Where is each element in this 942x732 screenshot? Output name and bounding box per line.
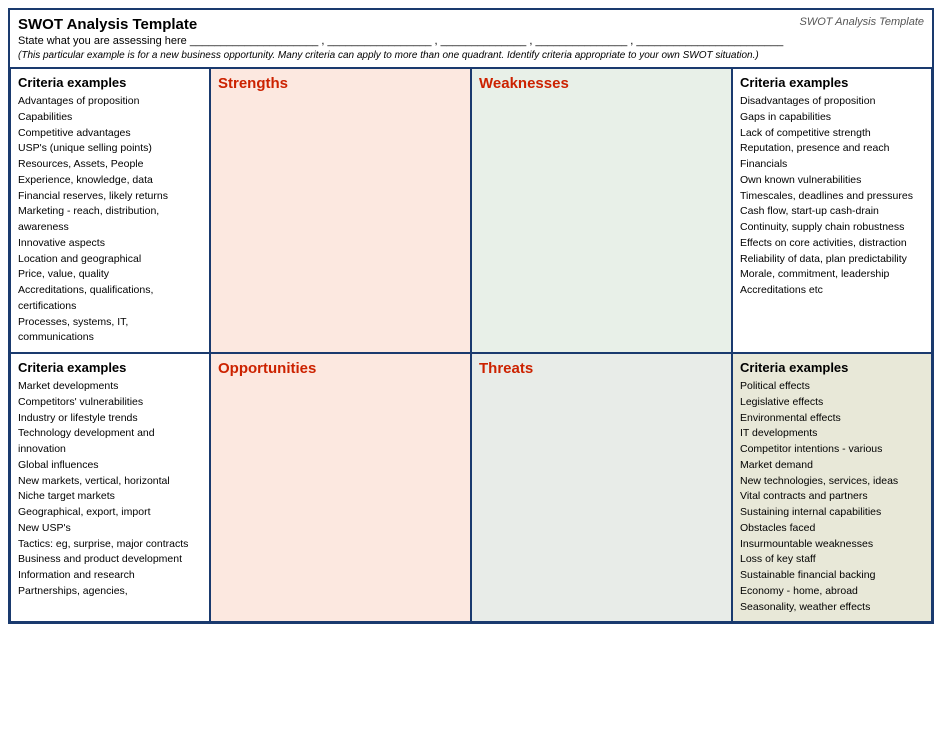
list-item: Effects on core activities, distraction: [740, 236, 924, 252]
bottom-right-criteria-title: Criteria examples: [740, 360, 924, 375]
list-item: Reliability of data, plan predictability: [740, 252, 924, 268]
list-item: Morale, commitment, leadership: [740, 267, 924, 283]
list-item: Industry or lifestyle trends: [18, 411, 202, 427]
list-item: Legislative effects: [740, 395, 924, 411]
list-item: Location and geographical: [18, 252, 202, 268]
list-item: Global influences: [18, 458, 202, 474]
list-item: Experience, knowledge, data: [18, 173, 202, 189]
list-item: Loss of key staff: [740, 552, 924, 568]
swot-container: SWOT Analysis Template SWOT Analysis Tem…: [8, 8, 934, 624]
list-item: New USP's: [18, 521, 202, 537]
list-item: Vital contracts and partners: [740, 489, 924, 505]
list-item: Competitors' vulnerabilities: [18, 395, 202, 411]
top-left-criteria-title: Criteria examples: [18, 75, 202, 90]
list-item: Disadvantages of proposition: [740, 94, 924, 110]
list-item: Competitive advantages: [18, 126, 202, 142]
list-item: Financials: [740, 157, 924, 173]
threats-cell: Threats: [471, 353, 732, 622]
bottom-left-criteria-title: Criteria examples: [18, 360, 202, 375]
list-item: Seasonality, weather effects: [740, 600, 924, 616]
list-item: Environmental effects: [740, 411, 924, 427]
subtitle: State what you are assessing here ______…: [18, 35, 924, 47]
list-item: Obstacles faced: [740, 521, 924, 537]
strengths-title: Strengths: [218, 75, 463, 92]
list-item: Sustaining internal capabilities: [740, 505, 924, 521]
list-item: Geographical, export, import: [18, 505, 202, 521]
list-item: Continuity, supply chain robustness: [740, 220, 924, 236]
weaknesses-cell: Weaknesses: [471, 68, 732, 353]
list-item: Competitor intentions - various: [740, 442, 924, 458]
list-item: Accreditations etc: [740, 283, 924, 299]
list-item: New markets, vertical, horizontal: [18, 474, 202, 490]
list-item: Financial reserves, likely returns: [18, 189, 202, 205]
list-item: Niche target markets: [18, 489, 202, 505]
list-item: Technology development and innovation: [18, 426, 202, 458]
swot-grid: Criteria examples Advantages of proposit…: [10, 68, 932, 622]
list-item: Partnerships, agencies,: [18, 584, 202, 600]
opportunities-title: Opportunities: [218, 360, 463, 377]
bottom-left-criteria-list: Market developmentsCompetitors' vulnerab…: [18, 379, 202, 600]
list-item: USP's (unique selling points): [18, 141, 202, 157]
list-item: Processes, systems, IT, communications: [18, 315, 202, 347]
list-item: Political effects: [740, 379, 924, 395]
top-left-criteria-list: Advantages of propositionCapabilitiesCom…: [18, 94, 202, 346]
list-item: Own known vulnerabilities: [740, 173, 924, 189]
list-item: Timescales, deadlines and pressures: [740, 189, 924, 205]
list-item: Insurmountable weaknesses: [740, 537, 924, 553]
list-item: Resources, Assets, People: [18, 157, 202, 173]
bottom-right-criteria-cell: Criteria examples Political effectsLegis…: [732, 353, 932, 622]
list-item: Sustainable financial backing: [740, 568, 924, 584]
opportunities-cell: Opportunities: [210, 353, 471, 622]
list-item: Lack of competitive strength: [740, 126, 924, 142]
bottom-left-criteria-cell: Criteria examples Market developmentsCom…: [10, 353, 210, 622]
list-item: Economy - home, abroad: [740, 584, 924, 600]
list-item: Reputation, presence and reach: [740, 141, 924, 157]
header: SWOT Analysis Template SWOT Analysis Tem…: [10, 10, 932, 68]
top-right-criteria-list: Disadvantages of propositionGaps in capa…: [740, 94, 924, 299]
list-item: Price, value, quality: [18, 267, 202, 283]
threats-title: Threats: [479, 360, 724, 377]
list-item: Innovative aspects: [18, 236, 202, 252]
list-item: Information and research: [18, 568, 202, 584]
list-item: Advantages of proposition: [18, 94, 202, 110]
list-item: Business and product development: [18, 552, 202, 568]
watermark: SWOT Analysis Template: [799, 16, 924, 28]
list-item: Gaps in capabilities: [740, 110, 924, 126]
list-item: New technologies, services, ideas: [740, 474, 924, 490]
weaknesses-title: Weaknesses: [479, 75, 724, 92]
bottom-right-criteria-list: Political effectsLegislative effectsEnvi…: [740, 379, 924, 615]
note: (This particular example is for a new bu…: [18, 49, 924, 63]
list-item: Market demand: [740, 458, 924, 474]
list-item: Accreditations, qualifications, certific…: [18, 283, 202, 315]
list-item: Tactics: eg, surprise, major contracts: [18, 537, 202, 553]
top-right-criteria-cell: Criteria examples Disadvantages of propo…: [732, 68, 932, 353]
top-right-criteria-title: Criteria examples: [740, 75, 924, 90]
top-left-criteria-cell: Criteria examples Advantages of proposit…: [10, 68, 210, 353]
main-title: SWOT Analysis Template: [18, 16, 197, 33]
list-item: IT developments: [740, 426, 924, 442]
list-item: Cash flow, start-up cash-drain: [740, 204, 924, 220]
list-item: Market developments: [18, 379, 202, 395]
strengths-cell: Strengths: [210, 68, 471, 353]
list-item: Capabilities: [18, 110, 202, 126]
list-item: Marketing - reach, distribution, awarene…: [18, 204, 202, 236]
